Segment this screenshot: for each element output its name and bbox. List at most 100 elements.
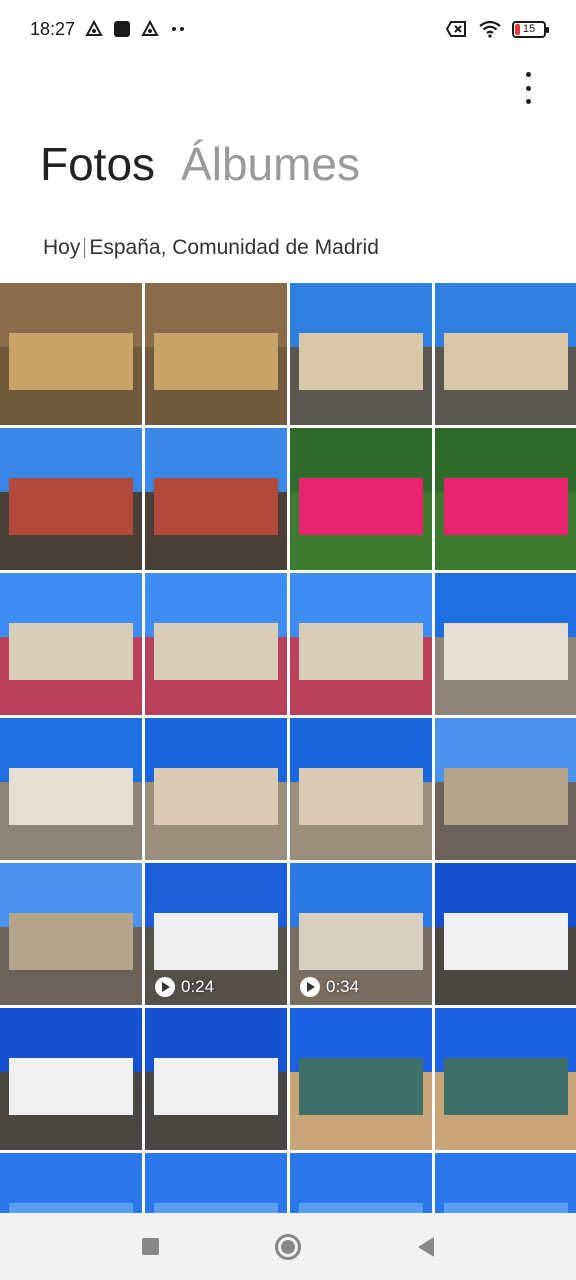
- thumbnail-ground: [290, 534, 432, 570]
- battery-level: 15: [522, 23, 536, 35]
- thumbnail-ground: [290, 679, 432, 715]
- thumbnail-ground: [0, 1114, 142, 1150]
- play-icon: [155, 977, 175, 997]
- thumbnail-subject: [8, 912, 134, 970]
- photo-thumbnail[interactable]: [145, 1008, 287, 1150]
- video-badge: 0:34: [300, 977, 359, 997]
- photo-thumbnail[interactable]: [0, 1153, 142, 1213]
- play-icon: [300, 977, 320, 997]
- photo-thumbnail[interactable]: [145, 1153, 287, 1213]
- video-duration: 0:24: [181, 977, 215, 996]
- status-time: 18:27: [30, 18, 76, 39]
- section-divider: [84, 238, 86, 258]
- status-right: 15: [446, 20, 549, 38]
- more-dots-icon: [172, 27, 185, 31]
- thumbnail-ground: [435, 969, 576, 1005]
- thumbnail-subject: [443, 912, 569, 970]
- thumbnail-subject: [298, 332, 424, 390]
- app-square-icon: [114, 21, 131, 37]
- tab-albumes[interactable]: Álbumes: [181, 136, 360, 192]
- thumbnail-subject: [443, 767, 569, 825]
- thumbnail-ground: [435, 679, 576, 715]
- thumbnail-ground: [0, 969, 142, 1005]
- photo-thumbnail[interactable]: [290, 283, 432, 425]
- photo-thumbnail[interactable]: [0, 428, 142, 570]
- thumbnail-ground: [0, 534, 142, 570]
- photo-thumbnail[interactable]: [435, 573, 576, 715]
- video-badge: 0:24: [155, 977, 214, 997]
- thumbnail-subject: [443, 1057, 569, 1115]
- more-vertical-icon[interactable]: [520, 72, 536, 104]
- back-triangle-icon: [418, 1236, 434, 1257]
- thumbnail-ground: [145, 824, 287, 860]
- thumbnail-subject: [8, 332, 134, 390]
- thumbnail-subject: [298, 767, 424, 825]
- thumbnail-subject: [8, 622, 134, 680]
- thumbnail-ground: [145, 679, 287, 715]
- more-dot: [525, 72, 531, 77]
- more-dot: [525, 85, 531, 91]
- photo-thumbnail[interactable]: [145, 283, 287, 425]
- tab-bar: Fotos Álbumes: [40, 136, 360, 192]
- thumbnail-subject: [8, 767, 134, 825]
- photo-thumbnail[interactable]: [435, 863, 576, 1005]
- thumbnail-ground: [145, 389, 287, 425]
- photo-thumbnail[interactable]: [145, 428, 287, 570]
- notification-a-icon: [85, 20, 103, 36]
- thumbnail-subject: [153, 622, 279, 680]
- status-left: 18:27: [30, 19, 187, 40]
- photo-thumbnail[interactable]: [435, 428, 576, 570]
- photo-thumbnail[interactable]: [290, 573, 432, 715]
- photo-thumbnail[interactable]: [0, 718, 142, 860]
- thumbnail-subject: [298, 1202, 424, 1213]
- thumbnail-subject: [153, 1057, 279, 1115]
- thumbnail-subject: [8, 1057, 134, 1115]
- thumbnail-ground: [290, 389, 432, 425]
- home-circle-icon: [275, 1233, 301, 1260]
- status-bar: 18:27 15: [0, 0, 576, 58]
- thumbnail-subject: [443, 332, 569, 390]
- tab-fotos[interactable]: Fotos: [40, 136, 155, 192]
- notification-a-icon: [141, 20, 159, 36]
- section-location[interactable]: España, Comunidad de Madrid: [89, 236, 379, 260]
- photo-thumbnail[interactable]: [435, 718, 576, 860]
- thumbnail-subject: [153, 332, 279, 390]
- thumbnail-ground: [145, 534, 287, 570]
- thumbnail-subject: [8, 477, 134, 535]
- thumbnail-ground: [290, 1114, 432, 1150]
- thumbnail-ground: [0, 679, 142, 715]
- thumbnail-ground: [0, 389, 142, 425]
- photo-thumbnail[interactable]: [290, 718, 432, 860]
- photo-thumbnail[interactable]: 0:34: [290, 863, 432, 1005]
- thumbnail-subject: [298, 622, 424, 680]
- battery-fill: [515, 23, 520, 35]
- home-button[interactable]: [274, 1233, 302, 1261]
- thumbnail-subject: [153, 1202, 279, 1213]
- thumbnail-subject: [153, 912, 279, 970]
- thumbnail-ground: [290, 824, 432, 860]
- more-dot: [525, 99, 531, 104]
- thumbnail-subject: [443, 622, 569, 680]
- recents-square-icon: [141, 1238, 159, 1255]
- photo-thumbnail[interactable]: 0:24: [145, 863, 287, 1005]
- back-button[interactable]: [412, 1233, 440, 1261]
- photo-thumbnail[interactable]: [435, 1153, 576, 1213]
- photo-thumbnail[interactable]: [290, 1153, 432, 1213]
- photo-thumbnail[interactable]: [290, 1008, 432, 1150]
- photo-thumbnail[interactable]: [145, 718, 287, 860]
- recents-button[interactable]: [136, 1233, 164, 1261]
- thumbnail-ground: [0, 824, 142, 860]
- photo-thumbnail[interactable]: [0, 863, 142, 1005]
- photo-thumbnail[interactable]: [290, 428, 432, 570]
- thumbnail-subject: [153, 767, 279, 825]
- photo-thumbnail[interactable]: [435, 1008, 576, 1150]
- photo-thumbnail[interactable]: [0, 573, 142, 715]
- thumbnail-subject: [298, 1057, 424, 1115]
- thumbnail-subject: [153, 477, 279, 535]
- thumbnail-subject: [298, 912, 424, 970]
- photo-thumbnail[interactable]: [0, 1008, 142, 1150]
- photo-thumbnail[interactable]: [0, 283, 142, 425]
- thumbnail-ground: [435, 1114, 576, 1150]
- photo-thumbnail[interactable]: [145, 573, 287, 715]
- photo-thumbnail[interactable]: [435, 283, 576, 425]
